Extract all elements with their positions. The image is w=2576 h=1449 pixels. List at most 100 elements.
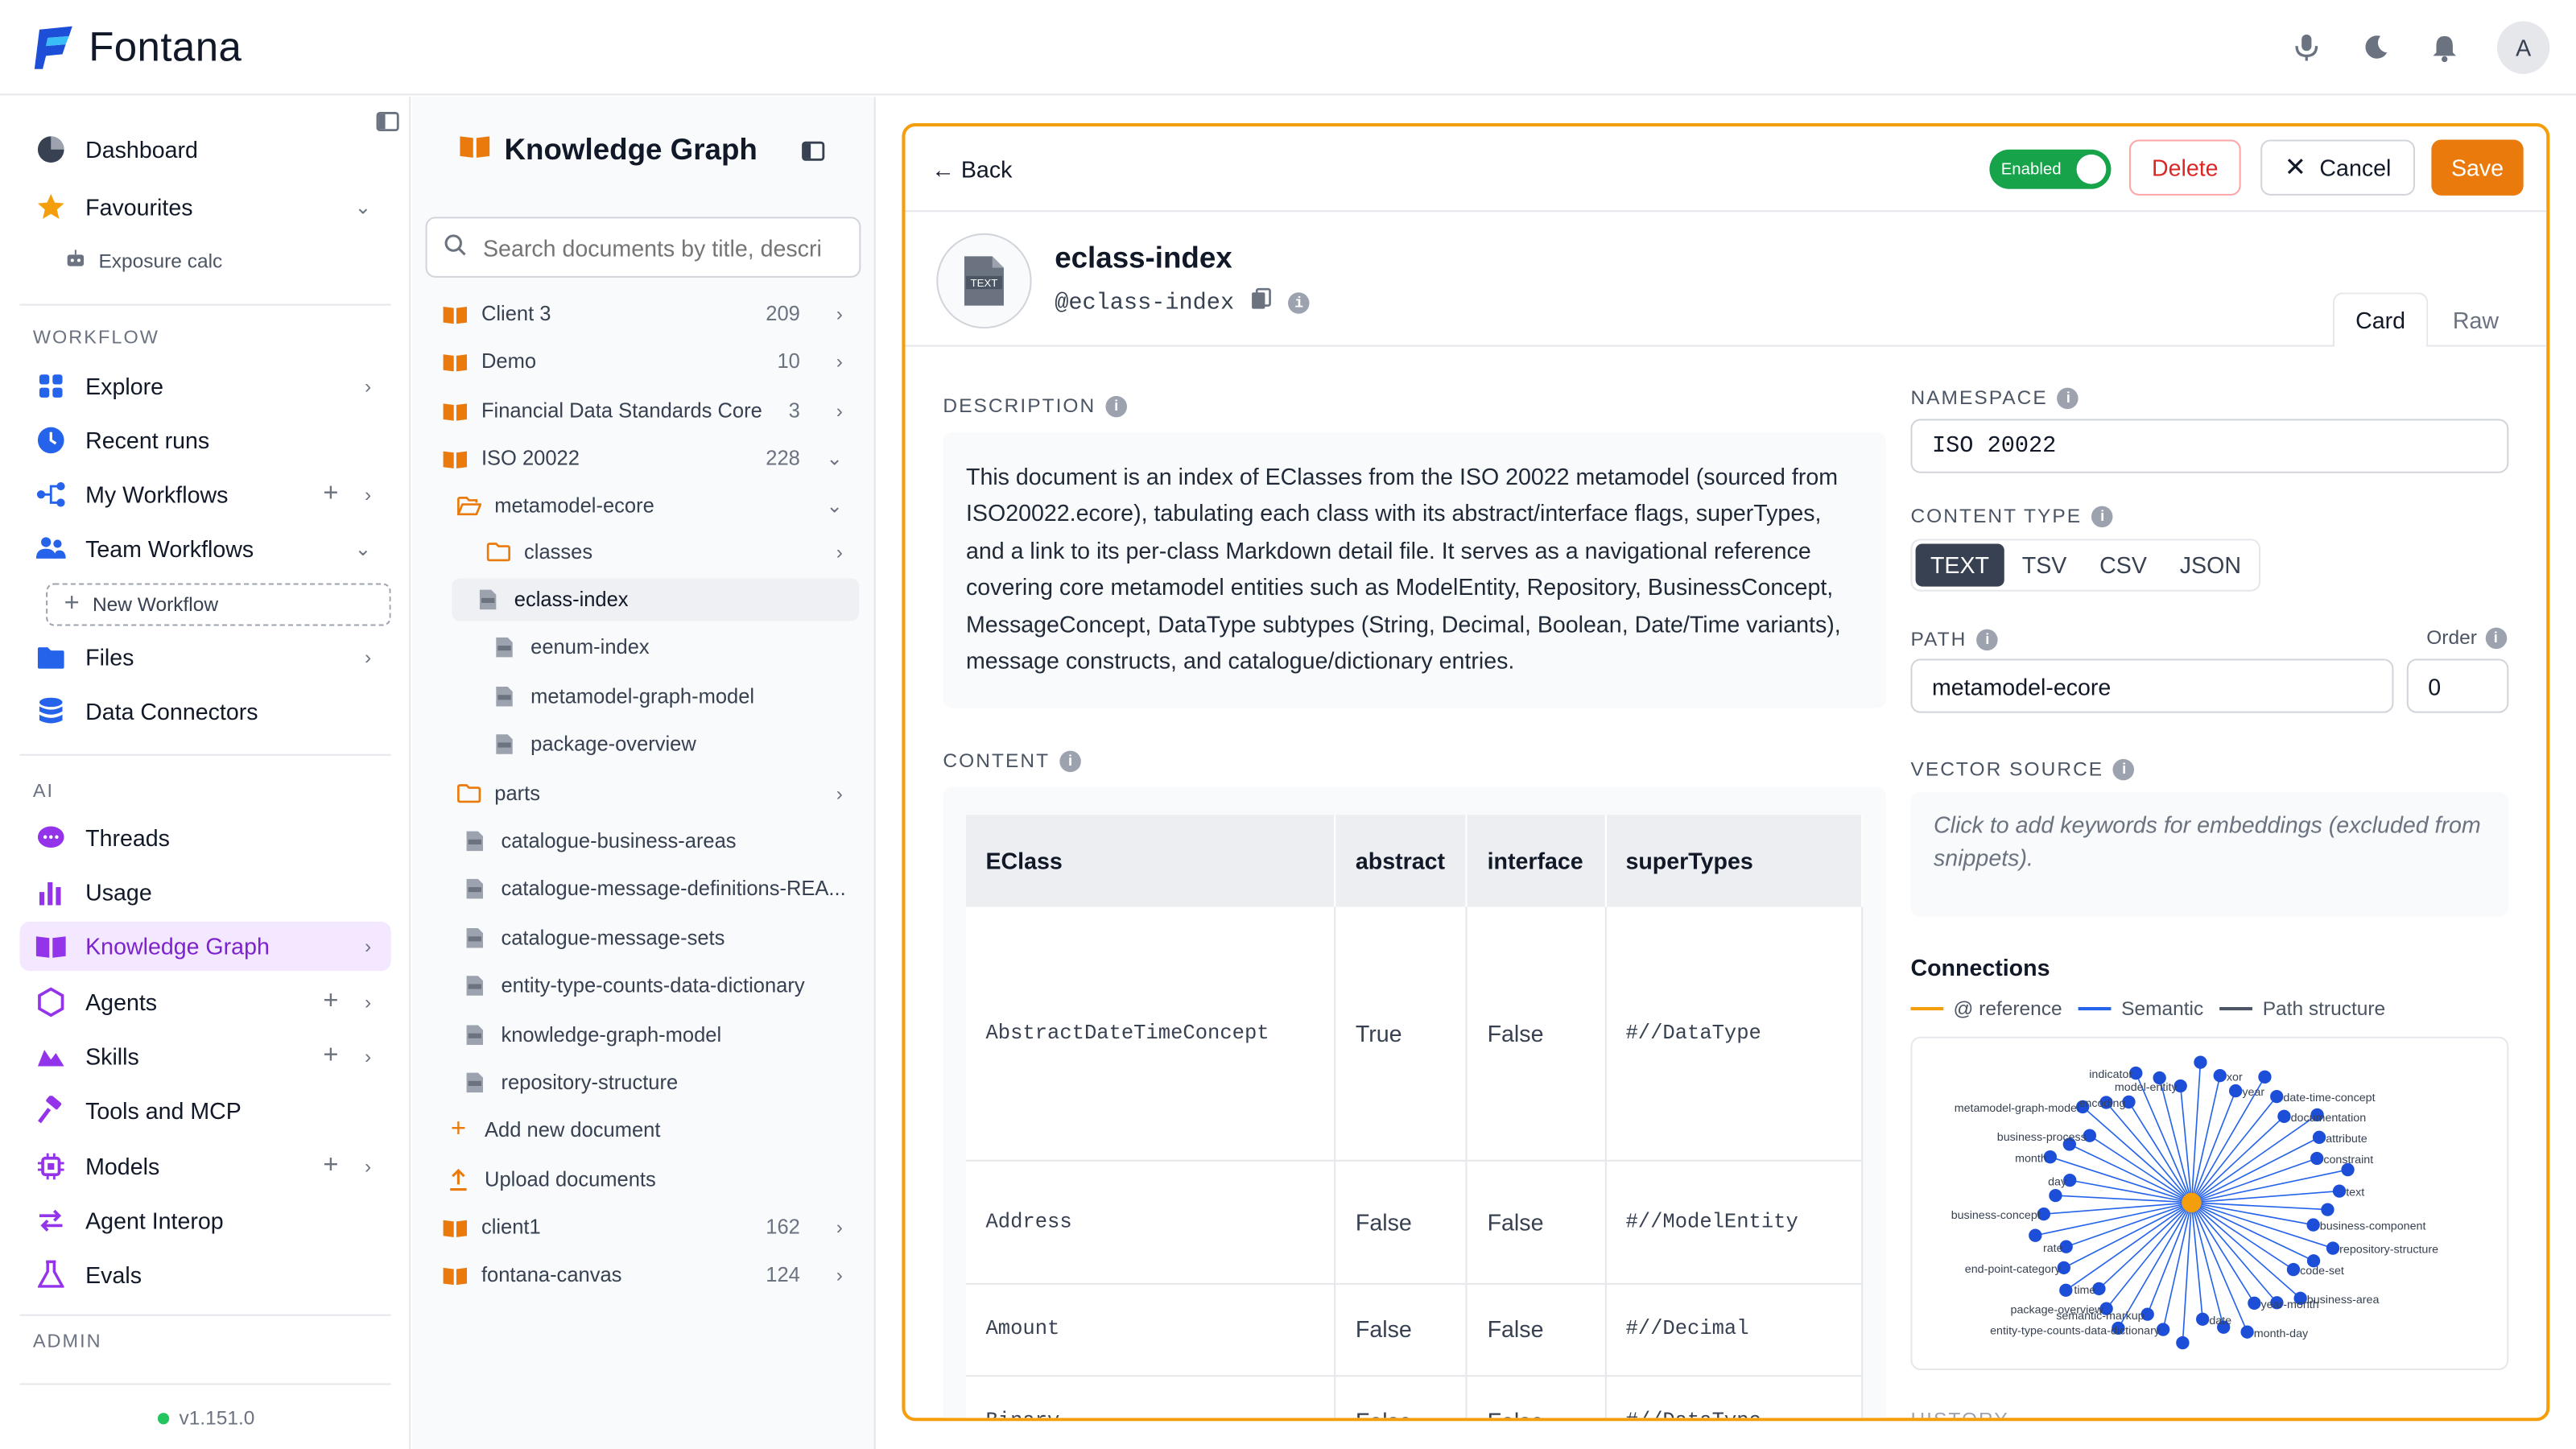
path-field[interactable]: metamodel-ecore [1910, 658, 2394, 713]
back-button[interactable]: ← Back [931, 156, 1012, 183]
graph-node[interactable] [2176, 1335, 2190, 1350]
tree-item[interactable]: entity-type-counts-data-dictionary [426, 964, 860, 1007]
chevron-right-icon[interactable]: › [836, 303, 843, 326]
chevron-down-icon[interactable]: ⌄ [826, 447, 843, 470]
chevron-right-icon[interactable]: › [365, 646, 371, 669]
delete-button[interactable]: Delete [2128, 139, 2241, 196]
tab-raw[interactable]: Raw [2428, 292, 2523, 346]
graph-node[interactable] [2310, 1151, 2324, 1166]
add-document-button[interactable]: + Add new document [426, 1109, 860, 1152]
document-search[interactable] [425, 217, 861, 278]
search-input[interactable] [482, 233, 844, 261]
nav-threads[interactable]: Threads [19, 813, 390, 862]
namespace-field[interactable]: ISO 20022 [1910, 419, 2509, 473]
nav-favourites[interactable]: Favourites ⌄ [19, 183, 390, 232]
nav-my-workflows[interactable]: My Workflows + › [19, 470, 390, 519]
chevron-right-icon[interactable]: › [365, 1045, 371, 1068]
graph-node[interactable] [2248, 1296, 2261, 1310]
plus-icon[interactable]: + [323, 1042, 338, 1071]
tree-item[interactable]: parts › [426, 772, 860, 815]
tree-item[interactable]: fontana-canvas 124 › [426, 1253, 860, 1296]
tree-item[interactable]: repository-structure [426, 1061, 860, 1104]
nav-skills[interactable]: Skills + › [19, 1032, 390, 1081]
new-workflow-button[interactable]: + New Workflow [46, 583, 391, 626]
tree-item[interactable]: eenum-index [426, 626, 860, 669]
content-type-json[interactable]: JSON [2165, 544, 2256, 587]
info-icon[interactable]: i [2058, 386, 2079, 409]
content-type-tsv[interactable]: TSV [2007, 544, 2081, 587]
panel-collapse-icon[interactable] [802, 139, 825, 169]
graph-node[interactable] [2213, 1068, 2227, 1083]
nav-tools-mcp[interactable]: Tools and MCP [19, 1086, 390, 1135]
graph-node[interactable] [2286, 1262, 2301, 1277]
chevron-down-icon[interactable]: ⌄ [826, 494, 843, 518]
plus-icon[interactable]: + [323, 480, 338, 510]
chevron-right-icon[interactable]: › [365, 483, 371, 506]
info-icon[interactable]: i [1105, 394, 1128, 417]
connections-graph[interactable]: business-component repository-structure co… [1910, 1036, 2509, 1371]
moon-icon[interactable] [2359, 31, 2392, 64]
graph-node[interactable] [2196, 1312, 2210, 1326]
graph-node[interactable] [2240, 1325, 2254, 1339]
bell-icon[interactable] [2428, 31, 2461, 64]
plus-icon[interactable]: + [323, 1152, 338, 1182]
microphone-icon[interactable] [2290, 31, 2323, 64]
tree-item[interactable]: knowledge-graph-model [426, 1013, 860, 1056]
favourite-exposure-calc[interactable]: Exposure calc [66, 250, 222, 273]
nav-team-workflows[interactable]: Team Workflows ⌄ [19, 524, 390, 573]
info-icon[interactable]: i [1976, 628, 1999, 650]
tree-item[interactable]: classes › [426, 530, 860, 573]
chevron-down-icon[interactable]: ⌄ [355, 537, 372, 560]
content-type-csv[interactable]: CSV [2085, 544, 2162, 587]
graph-node[interactable] [2321, 1203, 2334, 1216]
order-field[interactable]: 0 [2406, 658, 2509, 713]
vector-source-field[interactable]: Click to add keywords for embeddings (ex… [1910, 791, 2509, 917]
chevron-right-icon[interactable]: › [365, 935, 371, 958]
graph-node[interactable] [2258, 1070, 2272, 1084]
nav-dashboard[interactable]: Dashboard [19, 125, 390, 174]
graph-node[interactable] [2312, 1130, 2326, 1145]
graph-node[interactable] [2059, 1283, 2073, 1297]
tree-item[interactable]: eclass-index [452, 578, 860, 621]
tree-item[interactable]: metamodel-ecore ⌄ [426, 485, 860, 527]
chevron-right-icon[interactable]: › [365, 991, 371, 1014]
chevron-down-icon[interactable]: ⌄ [355, 196, 372, 219]
tree-item[interactable]: ISO 20022 228 ⌄ [426, 437, 860, 480]
chevron-right-icon[interactable]: › [836, 540, 843, 564]
tree-item[interactable]: catalogue-business-areas [426, 819, 860, 862]
nav-recent-runs[interactable]: Recent runs [19, 415, 390, 464]
tree-item[interactable]: metamodel-graph-model [426, 675, 860, 718]
graph-node[interactable] [2194, 1055, 2207, 1069]
info-icon[interactable]: i [2091, 505, 2113, 527]
nav-agent-interop[interactable]: Agent Interop [19, 1196, 390, 1245]
tab-card[interactable]: Card [2332, 292, 2429, 347]
tree-item[interactable]: client1 162 › [426, 1206, 860, 1249]
save-button[interactable]: Save [2431, 139, 2524, 196]
graph-node[interactable] [2277, 1109, 2291, 1123]
chevron-right-icon[interactable]: › [365, 1155, 371, 1179]
graph-node[interactable] [2029, 1228, 2042, 1242]
tree-item[interactable]: Financial Data Standards Core 3 › [426, 390, 860, 432]
graph-node[interactable] [2270, 1089, 2284, 1104]
nav-knowledge-graph[interactable]: Knowledge Graph › [19, 921, 391, 972]
graph-node[interactable] [2306, 1218, 2320, 1232]
nav-models[interactable]: Models + › [19, 1141, 390, 1191]
logo[interactable]: Fontana [33, 23, 242, 72]
info-icon[interactable]: i [2485, 626, 2507, 649]
nav-files[interactable]: Files › [19, 633, 390, 682]
chevron-right-icon[interactable]: › [365, 374, 371, 398]
chevron-right-icon[interactable]: › [836, 350, 843, 374]
chevron-right-icon[interactable]: › [836, 782, 843, 805]
graph-center-node[interactable] [2182, 1192, 2202, 1213]
graph-node[interactable] [2049, 1188, 2062, 1203]
nav-explore[interactable]: Explore › [19, 361, 390, 411]
chevron-right-icon[interactable]: › [836, 1263, 843, 1286]
graph-node[interactable] [2229, 1084, 2243, 1098]
description-field[interactable]: This document is an index of EClasses fr… [943, 431, 1886, 708]
plus-icon[interactable]: + [323, 988, 338, 1018]
tree-item[interactable]: Demo 10 › [426, 340, 860, 382]
tree-item[interactable]: package-overview [426, 723, 860, 766]
enabled-toggle[interactable]: Enabled [1989, 149, 2112, 189]
nav-data-connectors[interactable]: Data Connectors [19, 687, 390, 736]
tree-item[interactable]: catalogue-message-sets [426, 917, 860, 960]
